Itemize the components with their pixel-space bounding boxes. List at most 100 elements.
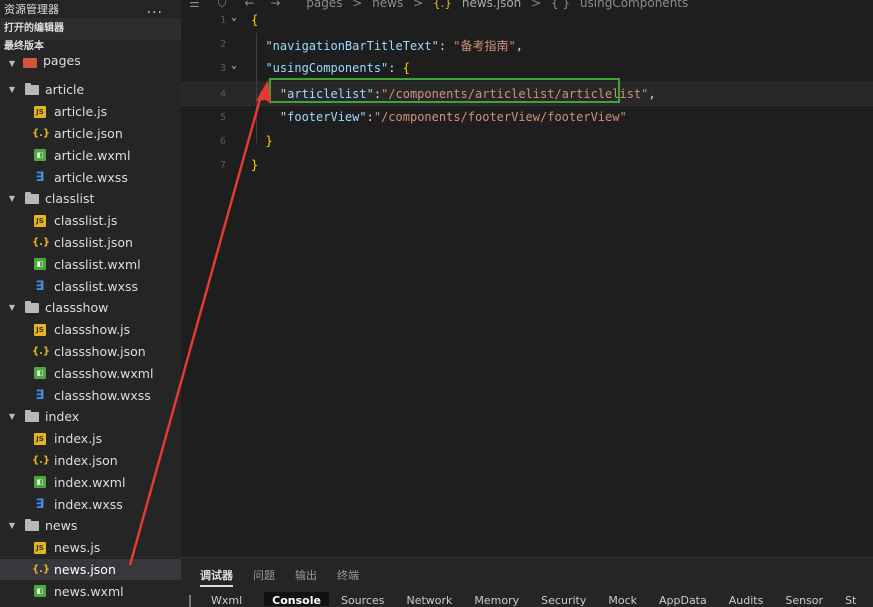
- json-file-icon: {.}: [31, 345, 51, 357]
- wxml-file-icon: ◧: [34, 585, 46, 598]
- panel-tab[interactable]: 输出: [295, 567, 317, 587]
- code-token: :: [366, 109, 374, 124]
- fold-chevron-icon[interactable]: ⌄: [231, 12, 237, 23]
- code-text: "footerView":"/components/footerView/foo…: [251, 110, 627, 124]
- code-line[interactable]: 2 "navigationBarTitleText": "备考指南",: [181, 33, 873, 57]
- code-line[interactable]: 6 }: [181, 130, 873, 154]
- line-number: 2: [219, 39, 226, 51]
- tree-file[interactable]: ◧ article.wxml: [0, 144, 181, 166]
- folder-label: index: [45, 409, 80, 425]
- code-text: {: [251, 13, 258, 27]
- tree-folder-classshow[interactable]: ▼ classshow: [0, 297, 181, 319]
- inspect-icon[interactable]: [189, 595, 191, 607]
- tree-file[interactable]: ∃ index.wxss: [0, 493, 181, 515]
- open-editors-section[interactable]: 打开的编辑器: [0, 18, 181, 40]
- file-label: article.wxss: [54, 169, 128, 185]
- devtools-tab[interactable]: Console: [264, 592, 329, 607]
- file-label: index.wxss: [54, 496, 123, 512]
- folder-icon: [25, 409, 39, 422]
- panel-tab[interactable]: 终端: [337, 567, 359, 587]
- tree-file[interactable]: {.} classshow.json: [0, 341, 181, 363]
- explorer-title: 资源管理器: [4, 3, 59, 16]
- file-label: classlist.js: [54, 213, 118, 229]
- line-number: 5: [219, 111, 226, 123]
- tree-file[interactable]: ◧ news.wxml: [0, 580, 181, 602]
- tree-folder-article[interactable]: ▼ article: [0, 79, 181, 101]
- devtools-tab[interactable]: Mock: [608, 592, 637, 607]
- chevron-down-icon: ▼: [8, 303, 16, 313]
- folder-icon: [23, 58, 37, 68]
- more-actions-button[interactable]: ...: [147, 1, 177, 17]
- panel-tabs: 调试器 问题 输出 终端: [200, 567, 359, 587]
- code-token: "备考指南": [453, 39, 516, 54]
- js-file-icon: JS: [34, 432, 46, 445]
- code-token: :: [388, 61, 403, 76]
- folder-icon: [25, 518, 39, 531]
- line-number: 7: [219, 160, 226, 172]
- wxml-file-icon: ◧: [34, 149, 46, 162]
- code-line[interactable]: 5 "footerView":"/components/footerView/f…: [181, 106, 873, 130]
- tree-folder-index[interactable]: ▼ index: [0, 406, 181, 428]
- devtools-tabs: Wxml Console Sources Network Memory Security M…: [181, 592, 873, 607]
- tree-file[interactable]: ◧ index.wxml: [0, 471, 181, 493]
- chevron-down-icon: ▼: [8, 58, 16, 68]
- devtools-tab[interactable]: St: [845, 592, 856, 607]
- panel-tab[interactable]: 调试器: [200, 567, 233, 587]
- tree-file[interactable]: JS classshow.js: [0, 319, 181, 341]
- devtools-tab[interactable]: Security: [541, 592, 586, 607]
- file-label: classlist.json: [54, 234, 133, 250]
- tree-file[interactable]: ∃ classlist.wxss: [0, 275, 181, 297]
- file-label: news.wxml: [54, 583, 124, 599]
- tree-file[interactable]: JS classlist.js: [0, 210, 181, 232]
- code-text: "usingComponents": {: [251, 61, 410, 75]
- line-number: 1: [219, 15, 226, 26]
- tree-folder-news[interactable]: ▼ news: [0, 515, 181, 537]
- folder-label: news: [45, 518, 78, 534]
- fold-chevron-icon[interactable]: ⌄: [231, 60, 237, 71]
- tree-file[interactable]: ∃ article.wxss: [0, 166, 181, 188]
- devtools-tab[interactable]: Network: [406, 592, 452, 607]
- tree-file[interactable]: JS news.js: [0, 537, 181, 559]
- devtools-tab[interactable]: Sensor: [785, 592, 823, 607]
- chevron-down-icon: ▼: [8, 85, 16, 95]
- tree-file[interactable]: JS article.js: [0, 101, 181, 123]
- tree-file[interactable]: ◧ classshow.wxml: [0, 362, 181, 384]
- tree-file[interactable]: ∃ classshow.wxss: [0, 384, 181, 406]
- json-file-icon: {.}: [31, 454, 51, 466]
- project-section[interactable]: 最终版本: [0, 40, 181, 54]
- wxss-file-icon: ∃: [35, 496, 45, 512]
- devtools-tab[interactable]: AppData: [659, 592, 707, 607]
- folder-label: classshow: [45, 300, 109, 316]
- devtools-tab[interactable]: Wxml: [211, 592, 242, 607]
- devtools-tab[interactable]: Memory: [474, 592, 519, 607]
- devtools-tab[interactable]: Audits: [729, 592, 764, 607]
- tree-file[interactable]: {.} index.json: [0, 450, 181, 472]
- file-label: index.json: [54, 452, 118, 468]
- json-file-icon: {.}: [31, 563, 51, 575]
- tree-root-pages[interactable]: ▼ pages: [0, 56, 181, 70]
- code-token: "navigationBarTitleText": [265, 39, 439, 54]
- panel-tab[interactable]: 问题: [253, 567, 275, 587]
- json-file-icon: {.}: [31, 236, 51, 248]
- code-token: {: [402, 61, 410, 76]
- tree-file[interactable]: {.} classlist.json: [0, 232, 181, 254]
- tree-file[interactable]: {.} news.json: [0, 558, 181, 581]
- code-editor[interactable]: ☰ ⛉ ← → pages > news > {.} news.json > {…: [181, 0, 873, 557]
- tree-root-label: pages: [43, 56, 81, 68]
- chevron-down-icon: ▼: [8, 194, 16, 204]
- js-file-icon: JS: [34, 323, 46, 336]
- code-token: ,: [648, 86, 656, 101]
- js-file-icon: JS: [34, 214, 46, 227]
- tree-file[interactable]: ◧ classlist.wxml: [0, 253, 181, 275]
- code-token: }: [251, 158, 259, 173]
- explorer-sidebar: 资源管理器 ... 打开的编辑器 最终版本 ▼ pages ▼ article JS…: [0, 0, 181, 605]
- code-line[interactable]: 7}: [181, 154, 873, 178]
- code-line[interactable]: 1 ⌄ {: [181, 9, 873, 33]
- tree-file[interactable]: {.} article.json: [0, 123, 181, 145]
- tree-folder-classlist[interactable]: ▼ classlist: [0, 188, 181, 210]
- devtools-tab[interactable]: Sources: [341, 592, 385, 607]
- highlight-box: [269, 78, 620, 103]
- code-token: :: [438, 39, 454, 54]
- file-tree: ▼ article JS article.js {.} article.json ◧ arti…: [0, 79, 181, 602]
- tree-file[interactable]: JS index.js: [0, 428, 181, 450]
